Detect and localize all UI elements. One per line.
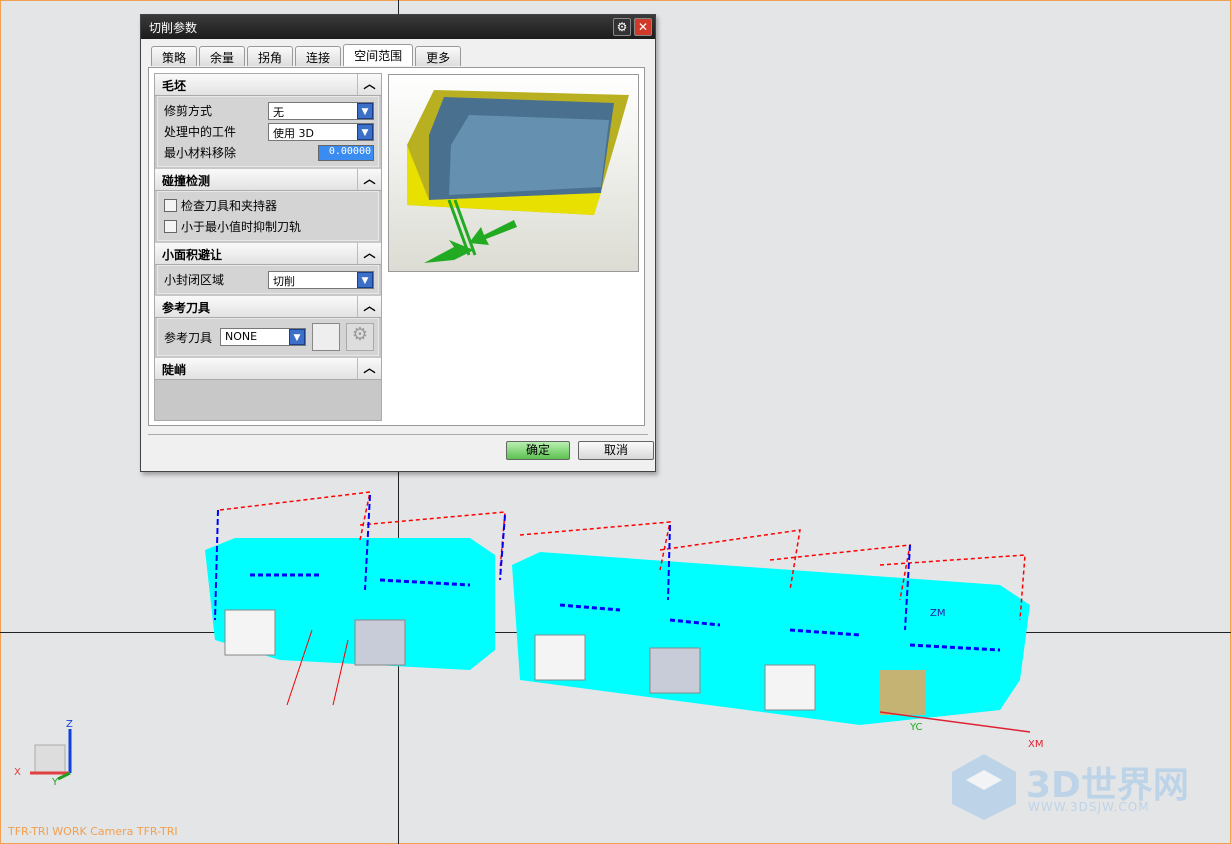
tab-more[interactable]: 更多 [415, 46, 462, 66]
section-collision-header[interactable]: 碰撞检测 ︿ [155, 169, 381, 191]
section-title: 参考刀具 [162, 301, 211, 315]
chevron-down-icon: ▼ [357, 271, 373, 288]
collapse-chevron-icon[interactable]: ︿ [357, 243, 381, 264]
collapse-chevron-icon[interactable]: ︿ [357, 358, 381, 379]
tab-strategy[interactable]: 策略 [151, 46, 198, 66]
trim-select[interactable]: 无 ▼ [268, 101, 374, 120]
ipw-select[interactable]: 使用 3D ▼ [268, 122, 374, 141]
section-collision: 检查刀具和夹持器 小于最小值时抑制刀轨 [157, 191, 379, 241]
chevron-down-icon: ▼ [357, 123, 373, 140]
x-axis-label: X [14, 767, 21, 778]
edit-tool-icon[interactable]: ⚙ [346, 323, 374, 351]
view-status-text: TFR-TRI WORK Camera TFR-TRI [8, 825, 178, 838]
dialog-titlebar[interactable]: 切削参数 ⚙ ✕ [141, 15, 655, 39]
collapse-chevron-icon[interactable]: ︿ [357, 296, 381, 317]
section-blank-header[interactable]: 毛坯 ︿ [155, 74, 381, 96]
tab-corners[interactable]: 拐角 [247, 46, 294, 66]
settings-gear-icon[interactable]: ⚙ [613, 18, 631, 36]
z-axis-label: Z [66, 719, 73, 730]
tab-bar: 策略 余量 拐角 连接 空间范围 更多 [151, 44, 462, 66]
watermark-url: WWW.3DSJW.COM [1028, 800, 1150, 814]
tab-stock[interactable]: 余量 [199, 46, 246, 66]
min-removal-input[interactable]: 0.00000 [318, 144, 374, 161]
section-title: 碰撞检测 [162, 174, 211, 188]
new-tool-icon[interactable] [312, 323, 340, 351]
cut-parameters-dialog: 切削参数 ⚙ ✕ 策略 余量 拐角 连接 空间范围 更多 毛坯 ︿ 修剪方式 无 ▼ … [140, 14, 656, 472]
suppress-min-checkbox[interactable]: 小于最小值时抑制刀轨 [164, 216, 372, 237]
cancel-button[interactable]: 取消 [578, 441, 654, 460]
view-triad: Z X Y [14, 719, 73, 785]
tab-connections[interactable]: 连接 [295, 46, 342, 66]
trim-label: 修剪方式 [164, 104, 213, 118]
containment-illustration [388, 74, 639, 272]
chevron-down-icon: ▼ [357, 102, 373, 119]
watermark-logo: 3D世界网 WWW.3DSJW.COM [948, 752, 1208, 822]
section-steep-header[interactable]: 陡峭 ︿ [155, 358, 381, 380]
close-icon[interactable]: ✕ [634, 18, 652, 36]
chevron-down-icon: ▼ [289, 329, 305, 345]
ref-tool-select[interactable]: NONE ▼ [220, 328, 306, 346]
options-panel: 毛坯 ︿ 修剪方式 无 ▼ 处理中的工件 使用 3D ▼ 最小材料移除 0.00000 碰撞… [154, 73, 382, 421]
section-blank: 修剪方式 无 ▼ 处理中的工件 使用 3D ▼ 最小材料移除 0.00000 [157, 96, 379, 167]
y-axis-label: Y [51, 777, 59, 785]
tab-containment[interactable]: 空间范围 [343, 44, 414, 66]
ok-button[interactable]: 确定 [506, 441, 570, 460]
section-small-area: 小封闭区域 切削 ▼ [157, 265, 379, 294]
closed-area-label: 小封闭区域 [164, 273, 225, 287]
section-title: 陡峭 [162, 363, 187, 377]
collapse-chevron-icon[interactable]: ︿ [357, 169, 381, 190]
section-small-area-header[interactable]: 小面积避让 ︿ [155, 243, 381, 265]
tab-content: 毛坯 ︿ 修剪方式 无 ▼ 处理中的工件 使用 3D ▼ 最小材料移除 0.00000 碰撞… [148, 67, 645, 426]
section-ref-tool-header[interactable]: 参考刀具 ︿ [155, 296, 381, 318]
section-title: 毛坯 [162, 79, 187, 93]
min-removal-label: 最小材料移除 [164, 146, 237, 160]
dialog-title: 切削参数 [149, 21, 198, 35]
collapse-chevron-icon[interactable]: ︿ [357, 74, 381, 95]
ref-tool-label: 参考刀具 [164, 330, 213, 345]
cube-logo-icon [952, 754, 1016, 820]
divider [148, 434, 648, 435]
check-holder-checkbox[interactable]: 检查刀具和夹持器 [164, 195, 372, 216]
section-ref-tool: 参考刀具 NONE ▼ ⚙ [157, 318, 379, 356]
section-title: 小面积避让 [162, 248, 223, 262]
ipw-label: 处理中的工件 [164, 125, 237, 139]
closed-area-select[interactable]: 切削 ▼ [268, 270, 374, 289]
